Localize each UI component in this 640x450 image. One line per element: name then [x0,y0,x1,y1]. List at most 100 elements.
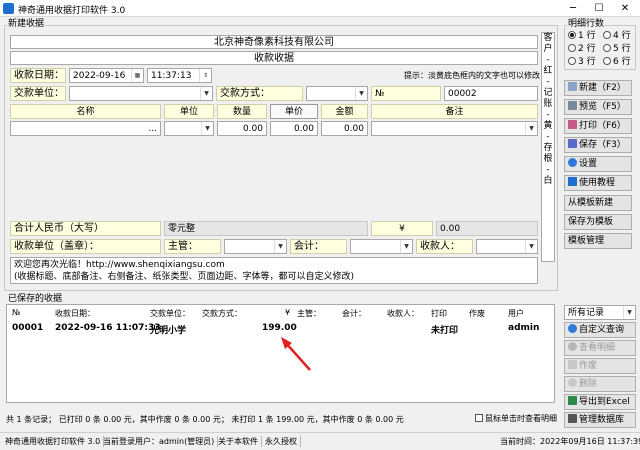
total-label[interactable]: 合计人民币（大写） [10,221,161,236]
item-qty-field[interactable]: 0.00 [217,121,267,136]
excel-icon [568,396,577,405]
yen-label[interactable]: ¥ [371,221,433,236]
manager-label[interactable]: 主管： [164,239,221,254]
status-time: 当前时间：2022年09月16日 11:37:39 [500,437,640,446]
total-uppercase-value: 零元整 [164,221,368,236]
filter-combo[interactable]: 所有记录 ▼ [564,305,636,320]
settings-button[interactable]: 设置 [564,156,632,172]
new-button[interactable]: 新建（F2） [564,80,632,96]
header-accountant: 会计： [342,309,366,318]
accountant-combo[interactable]: ▼ [350,239,413,254]
radio-3-lines[interactable]: 3 行 [568,56,596,68]
radio-checked-icon [568,31,576,39]
detail-icon [568,342,577,351]
calendar-icon[interactable]: ▦ [131,69,143,82]
view-detail-button[interactable]: 查看明细 [564,340,636,356]
number-label[interactable]: № [371,86,441,101]
date-label[interactable]: 收款日期： [10,68,66,83]
method-combo[interactable]: ▼ [306,86,368,101]
header-printed: 打印 [431,309,447,318]
manage-db-button[interactable]: 管理数据库 [564,412,636,428]
export-excel-button[interactable]: 导出到Excel [564,394,636,410]
receiver-combo[interactable]: ▼ [476,239,538,254]
footer-note-line-1: 欢迎您再次光临！http://www.shenqixiangsu.com [14,260,225,270]
receiver-label[interactable]: 收款人： [416,239,473,254]
row-printed[interactable]: 未打印 [431,323,458,336]
header-amount: ¥ [285,308,291,317]
manage-template-button[interactable]: 模板管理 [564,233,632,249]
footer-note-line-2: (收据标题、底部备注、右侧备注、纸张类型、页面边距、字体等，都可以自定义修改) [14,272,355,282]
status-about-link[interactable]: 关于本软件 [215,436,262,447]
print-button[interactable]: 打印（F6） [564,118,632,134]
header-user: 用户 [508,309,524,318]
chevron-down-icon[interactable]: ▼ [200,87,212,100]
status-license: 永久授权 [262,436,301,447]
col-unit[interactable]: 单位 [164,104,214,119]
manager-combo[interactable]: ▼ [224,239,287,254]
method-label[interactable]: 交款方式： [216,86,303,101]
number-field[interactable]: 00002 [444,86,538,101]
saved-receipts-table[interactable]: № 收款日期： 交款单位： 交款方式： ¥ 主管： 会计： 收款人： 打印 作废… [6,304,555,403]
chevron-down-icon[interactable]: ▼ [201,122,213,135]
radio-icon [603,44,611,52]
row-unit[interactable]: 光明小学 [150,323,186,336]
footer-note-textarea[interactable]: 欢迎您再次光临！http://www.shenqixiangsu.com (收据… [10,257,538,284]
radio-4-lines[interactable]: 4 行 [603,30,631,42]
side-char: 黄 [543,121,553,131]
col-amount[interactable]: 金额 [321,104,368,119]
row-date[interactable]: 2022-09-16 11:07:33 [55,323,160,333]
col-qty[interactable]: 数量 [217,104,267,119]
side-char: 记 [543,88,553,98]
time-field[interactable]: 11:37:13 ⇕ [147,68,212,83]
preview-button[interactable]: 预览（F5） [564,99,632,115]
save-template-label: 保存为模板 [568,217,614,227]
radio-1-line[interactable]: 1 行 [568,30,596,42]
item-amount-field[interactable]: 0.00 [321,121,368,136]
payer-combo[interactable]: ▼ [69,86,213,101]
side-char: 户 [543,44,553,54]
date-picker[interactable]: 2022-09-16 ▦ [69,68,144,83]
payer-label[interactable]: 交款单位： [10,86,66,101]
payee-label[interactable]: 收款单位（盖章）： [10,239,161,254]
void-button[interactable]: 作废 [564,358,636,374]
row-amount[interactable]: 199.00 [262,323,297,333]
radio-5-lines[interactable]: 5 行 [603,43,631,55]
delete-button[interactable]: 删除 [564,376,636,392]
click-detail-checkbox[interactable]: 鼠标单击时查看明细 [475,413,557,424]
chevron-down-icon[interactable]: ▼ [400,240,412,253]
item-name-field[interactable]: ... [10,121,161,136]
chevron-down-icon[interactable]: ▼ [355,87,367,100]
chevron-down-icon[interactable]: ▼ [623,306,635,319]
col-price[interactable]: 单价 [270,104,318,119]
save-button[interactable]: 保存（F3） [564,137,632,153]
save-template-button[interactable]: 保存为模板 [564,214,632,230]
tip-text: 提示：淡黄底色框内的文字也可以修改 [404,71,540,80]
custom-query-button[interactable]: 自定义查询 [564,322,636,338]
col-note[interactable]: 备注 [371,104,538,119]
chevron-down-icon[interactable]: ▼ [525,122,537,135]
minimize-icon[interactable]: ─ [560,0,586,17]
radio-6-lines[interactable]: 6 行 [603,56,631,68]
doc-title-field[interactable]: 收款收据 [10,51,538,65]
delete-icon [568,378,577,387]
row-user[interactable]: admin [508,323,539,333]
time-spinner-icon[interactable]: ⇕ [199,69,211,82]
radio-2-lines[interactable]: 2 行 [568,43,596,55]
item-unit-combo[interactable]: ▼ [164,121,214,136]
tutorial-button[interactable]: 使用教程 [564,175,632,191]
accountant-label[interactable]: 会计： [290,239,347,254]
from-template-button[interactable]: 从模板新建 [564,195,632,211]
chevron-down-icon[interactable]: ▼ [274,240,286,253]
checkbox-icon [475,414,483,422]
col-name[interactable]: 名称 [10,104,161,119]
item-price-field[interactable]: 0.00 [270,121,318,136]
item-note-combo[interactable]: ▼ [371,121,538,136]
row-no[interactable]: 00001 [12,323,43,333]
company-field[interactable]: 北京神奇像素科技有限公司 [10,35,538,49]
maximize-icon[interactable]: ☐ [586,0,612,17]
manage-template-label: 模板管理 [568,236,605,246]
new-button-label: 新建（F2） [579,83,626,93]
close-icon[interactable]: ✕ [612,0,638,17]
chevron-down-icon[interactable]: ▼ [525,240,537,253]
side-note[interactable]: 客 户 - 红 - 记 账 - 黄 - 存 根 - 白 [541,32,555,262]
